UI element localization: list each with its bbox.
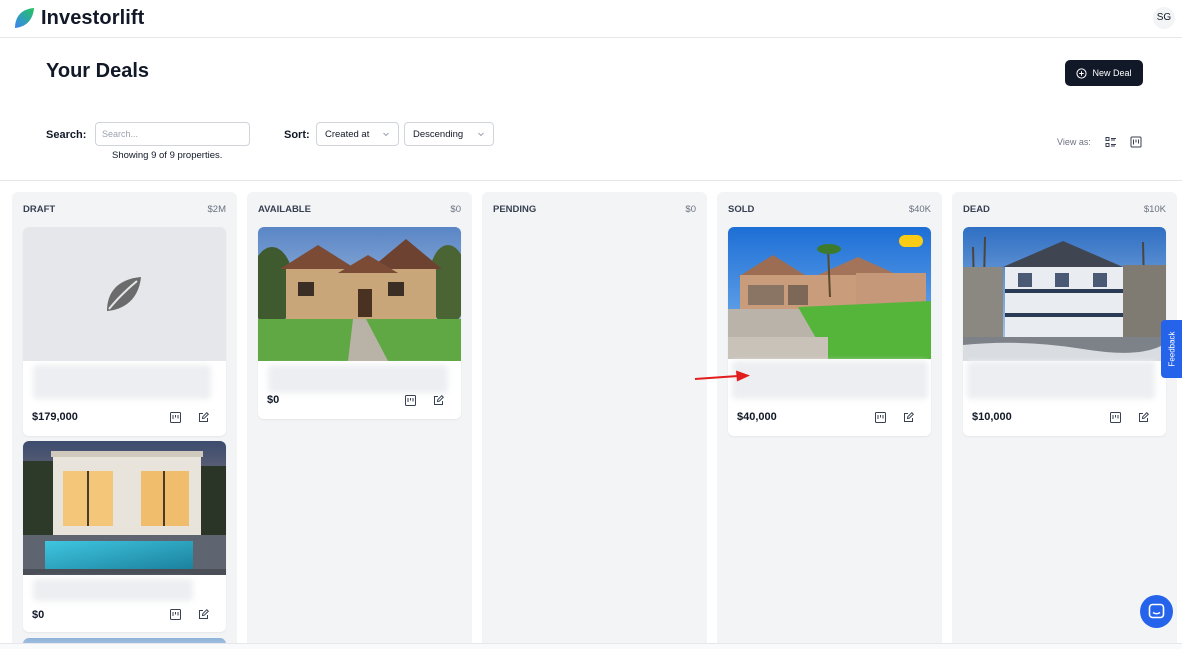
column-total: $40K [908, 204, 931, 215]
blurred-address [33, 365, 211, 399]
new-deal-button[interactable]: New Deal [1065, 60, 1143, 86]
column-total: $0 [685, 204, 696, 215]
deals-board: DRAFT $2M $179,000 $0 AVAILABLE $0 $0 PE… [0, 181, 1182, 643]
deal-card[interactable]: $179,000 [23, 227, 226, 436]
search-label: Search: [46, 129, 87, 141]
column-title: PENDING [493, 204, 537, 215]
property-image-modern-pool [23, 441, 226, 575]
column-title: DRAFT [23, 204, 56, 215]
board-view-icon[interactable] [170, 609, 181, 620]
leaf-logo-icon [15, 8, 34, 28]
blurred-address [268, 365, 448, 393]
app-logo[interactable]: Investorlift [12, 6, 144, 30]
column-pending: PENDING $0 [482, 192, 707, 643]
deal-price: $40,000 [737, 411, 777, 423]
property-image-victorian-house [963, 227, 1166, 361]
list-view-icon[interactable] [1105, 136, 1117, 148]
plus-circle-icon [1076, 67, 1088, 79]
chevron-down-icon [383, 132, 389, 137]
deal-price: $0 [267, 394, 280, 406]
app-name: Investorlift [41, 6, 145, 29]
column-title: AVAILABLE [258, 204, 311, 215]
board-view-icon[interactable] [405, 395, 416, 406]
board-view-icon[interactable] [170, 412, 181, 423]
board-view-icon[interactable] [875, 412, 886, 423]
page-title: Your Deals [46, 60, 149, 82]
edit-icon[interactable] [1138, 412, 1149, 423]
badge-percent [899, 235, 923, 247]
edit-icon[interactable] [433, 395, 444, 406]
column-total: $0 [450, 204, 461, 215]
property-image-stucco-house [728, 227, 931, 359]
edit-icon[interactable] [198, 609, 209, 620]
blurred-address [967, 361, 1155, 399]
deal-card[interactable]: $40,000 [728, 227, 931, 436]
red-arrow-annotation [694, 370, 750, 382]
view-as-label: View as: [1057, 137, 1091, 147]
deal-price: $179,000 [32, 411, 78, 423]
property-image-stone-house [258, 227, 461, 361]
results-count: Showing 9 of 9 properties. [112, 150, 223, 161]
sort-field-select[interactable]: Created at [316, 122, 399, 146]
deal-card[interactable]: $0 [258, 227, 461, 419]
feedback-tab[interactable]: Feedback [1161, 320, 1182, 378]
column-dead: DEAD $10K $10,000 [952, 192, 1177, 643]
sort-order-value: Descending [413, 128, 464, 140]
edit-icon[interactable] [903, 412, 914, 423]
sort-field-value: Created at [325, 128, 370, 140]
avatar[interactable]: SG [1153, 7, 1175, 29]
feedback-label: Feedback [1167, 331, 1176, 367]
sort-order-select[interactable]: Descending [404, 122, 494, 146]
deal-price: $10,000 [972, 411, 1012, 423]
blurred-address [732, 361, 928, 399]
column-title: DEAD [963, 204, 990, 215]
column-sold: SOLD $40K $40,000 [717, 192, 942, 643]
chat-button[interactable] [1140, 595, 1173, 628]
top-bar: Investorlift SG [0, 0, 1182, 38]
chat-icon [1148, 603, 1165, 619]
bottom-scrollbar [0, 643, 1182, 649]
property-image-placeholder [23, 227, 226, 361]
leaf-placeholder-icon [107, 277, 141, 311]
edit-icon[interactable] [198, 412, 209, 423]
column-total: $2M [207, 204, 226, 215]
column-total: $10K [1143, 204, 1166, 215]
board-view-icon[interactable] [1110, 412, 1121, 423]
blurred-address [33, 579, 193, 601]
sort-label: Sort: [284, 129, 310, 141]
column-title: SOLD [728, 204, 755, 215]
board-view-icon[interactable] [1130, 136, 1142, 148]
deal-card[interactable]: $0 [23, 441, 226, 632]
new-deal-label: New Deal [1092, 68, 1132, 78]
deal-price: $0 [32, 609, 45, 621]
search-input[interactable] [95, 122, 250, 146]
chevron-down-icon [478, 132, 484, 137]
deal-card[interactable]: $10,000 [963, 227, 1166, 436]
column-available: AVAILABLE $0 $0 [247, 192, 472, 643]
column-draft: DRAFT $2M $179,000 $0 [12, 192, 237, 643]
